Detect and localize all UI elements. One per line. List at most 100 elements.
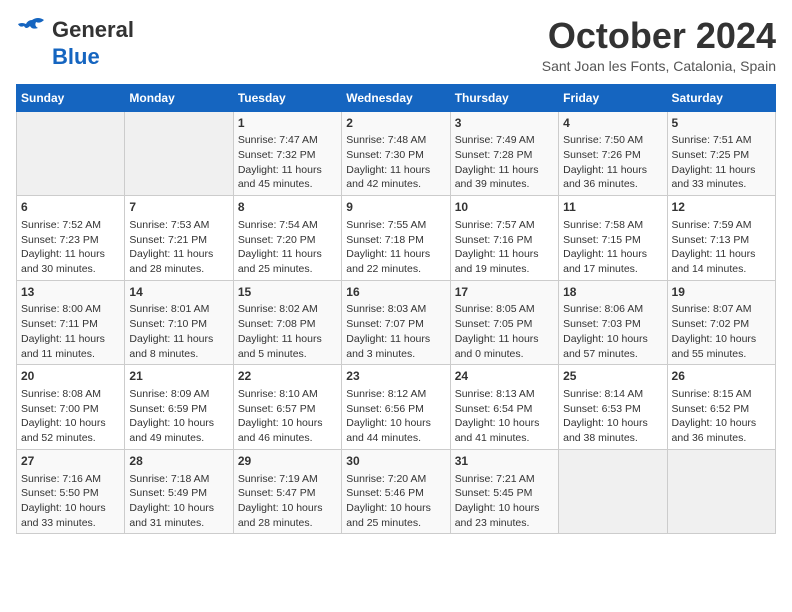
calendar-cell: 17Sunrise: 8:05 AM Sunset: 7:05 PM Dayli… [450,280,558,365]
calendar-body: 1Sunrise: 7:47 AM Sunset: 7:32 PM Daylig… [17,111,776,534]
day-number: 5 [672,115,771,132]
calendar-cell: 14Sunrise: 8:01 AM Sunset: 7:10 PM Dayli… [125,280,233,365]
logo-general: General [52,17,134,43]
day-number: 17 [455,284,554,301]
calendar-cell: 30 Sunrise: 7:20 AM Sunset: 5:46 PM Dayli… [342,449,450,534]
calendar-cell [125,111,233,196]
day-content: Sunrise: 7:48 AM Sunset: 7:30 PM Dayligh… [346,133,445,192]
day-content: Sunrise: 7:47 AM Sunset: 7:32 PM Dayligh… [238,133,337,192]
day-number: 11 [563,199,662,216]
day-content: Sunrise: 7:52 AM Sunset: 7:23 PM Dayligh… [21,218,120,277]
calendar-week-2: 6 Sunrise: 7:52 AM Sunset: 7:23 PM Daylig… [17,196,776,281]
day-content: Sunrise: 8:12 AM Sunset: 6:56 PM Dayligh… [346,387,445,446]
day-content: Sunrise: 8:05 AM Sunset: 7:05 PM Dayligh… [455,302,554,361]
day-content: Sunrise: 7:58 AM Sunset: 7:15 PM Dayligh… [563,218,662,277]
day-number: 3 [455,115,554,132]
logo-blue: Blue [52,44,100,70]
day-content: Sunrise: 7:53 AM Sunset: 7:21 PM Dayligh… [129,218,228,277]
weekday-header-thursday: Thursday [450,84,558,111]
day-content: Sunrise: 7:57 AM Sunset: 7:16 PM Dayligh… [455,218,554,277]
day-number: 12 [672,199,771,216]
day-number: 2 [346,115,445,132]
weekday-header-monday: Monday [125,84,233,111]
day-content: Sunrise: 7:50 AM Sunset: 7:26 PM Dayligh… [563,133,662,192]
day-content: Sunrise: 7:55 AM Sunset: 7:18 PM Dayligh… [346,218,445,277]
calendar-header: SundayMondayTuesdayWednesdayThursdayFrid… [17,84,776,111]
calendar-cell: 21 Sunrise: 8:09 AM Sunset: 6:59 PM Dayli… [125,365,233,450]
day-content: Sunrise: 8:03 AM Sunset: 7:07 PM Dayligh… [346,302,445,361]
day-number: 29 [238,453,337,470]
title-block: October 2024 Sant Joan les Fonts, Catalo… [542,16,776,74]
day-number: 20 [21,368,120,385]
day-number: 24 [455,368,554,385]
day-content: Sunrise: 7:18 AM Sunset: 5:49 PM Dayligh… [129,472,228,531]
calendar-cell: 16Sunrise: 8:03 AM Sunset: 7:07 PM Dayli… [342,280,450,365]
day-content: Sunrise: 8:01 AM Sunset: 7:10 PM Dayligh… [129,302,228,361]
page-header: General Blue October 2024 Sant Joan les … [16,16,776,74]
calendar-cell: 12 Sunrise: 7:59 AM Sunset: 7:13 PM Dayli… [667,196,775,281]
calendar-week-5: 27 Sunrise: 7:16 AM Sunset: 5:50 PM Dayli… [17,449,776,534]
day-number: 15 [238,284,337,301]
day-number: 21 [129,368,228,385]
weekday-header-saturday: Saturday [667,84,775,111]
calendar-cell: 4Sunrise: 7:50 AM Sunset: 7:26 PM Daylig… [559,111,667,196]
calendar-week-1: 1Sunrise: 7:47 AM Sunset: 7:32 PM Daylig… [17,111,776,196]
day-number: 28 [129,453,228,470]
weekday-header-friday: Friday [559,84,667,111]
day-content: Sunrise: 8:09 AM Sunset: 6:59 PM Dayligh… [129,387,228,446]
calendar-cell: 6 Sunrise: 7:52 AM Sunset: 7:23 PM Daylig… [17,196,125,281]
calendar-cell [559,449,667,534]
calendar-cell: 3Sunrise: 7:49 AM Sunset: 7:28 PM Daylig… [450,111,558,196]
weekday-header-wednesday: Wednesday [342,84,450,111]
day-content: Sunrise: 8:13 AM Sunset: 6:54 PM Dayligh… [455,387,554,446]
day-content: Sunrise: 8:14 AM Sunset: 6:53 PM Dayligh… [563,387,662,446]
location-subtitle: Sant Joan les Fonts, Catalonia, Spain [542,58,776,74]
calendar-cell: 26Sunrise: 8:15 AM Sunset: 6:52 PM Dayli… [667,365,775,450]
day-number: 13 [21,284,120,301]
calendar-cell: 19Sunrise: 8:07 AM Sunset: 7:02 PM Dayli… [667,280,775,365]
logo: General Blue [16,16,134,70]
day-number: 1 [238,115,337,132]
calendar-cell: 25 Sunrise: 8:14 AM Sunset: 6:53 PM Dayli… [559,365,667,450]
calendar-cell: 11 Sunrise: 7:58 AM Sunset: 7:15 PM Dayli… [559,196,667,281]
calendar-cell: 1Sunrise: 7:47 AM Sunset: 7:32 PM Daylig… [233,111,341,196]
day-number: 10 [455,199,554,216]
calendar-cell: 22Sunrise: 8:10 AM Sunset: 6:57 PM Dayli… [233,365,341,450]
day-number: 27 [21,453,120,470]
logo-bird-icon [16,16,48,44]
day-number: 6 [21,199,120,216]
calendar-cell: 20Sunrise: 8:08 AM Sunset: 7:00 PM Dayli… [17,365,125,450]
calendar-cell: 2Sunrise: 7:48 AM Sunset: 7:30 PM Daylig… [342,111,450,196]
day-number: 31 [455,453,554,470]
day-number: 16 [346,284,445,301]
calendar-cell: 5Sunrise: 7:51 AM Sunset: 7:25 PM Daylig… [667,111,775,196]
month-title: October 2024 [542,16,776,56]
day-content: Sunrise: 7:20 AM Sunset: 5:46 PM Dayligh… [346,472,445,531]
calendar-week-4: 20Sunrise: 8:08 AM Sunset: 7:00 PM Dayli… [17,365,776,450]
calendar-cell [17,111,125,196]
day-content: Sunrise: 7:21 AM Sunset: 5:45 PM Dayligh… [455,472,554,531]
calendar-cell: 7Sunrise: 7:53 AM Sunset: 7:21 PM Daylig… [125,196,233,281]
day-number: 19 [672,284,771,301]
calendar-cell: 28 Sunrise: 7:18 AM Sunset: 5:49 PM Dayli… [125,449,233,534]
day-number: 4 [563,115,662,132]
day-content: Sunrise: 7:59 AM Sunset: 7:13 PM Dayligh… [672,218,771,277]
weekday-header-row: SundayMondayTuesdayWednesdayThursdayFrid… [17,84,776,111]
calendar-table: SundayMondayTuesdayWednesdayThursdayFrid… [16,84,776,535]
day-number: 22 [238,368,337,385]
day-number: 23 [346,368,445,385]
calendar-cell: 15Sunrise: 8:02 AM Sunset: 7:08 PM Dayli… [233,280,341,365]
day-number: 30 [346,453,445,470]
day-content: Sunrise: 7:54 AM Sunset: 7:20 PM Dayligh… [238,218,337,277]
weekday-header-tuesday: Tuesday [233,84,341,111]
calendar-cell: 10 Sunrise: 7:57 AM Sunset: 7:16 PM Dayli… [450,196,558,281]
calendar-cell: 8Sunrise: 7:54 AM Sunset: 7:20 PM Daylig… [233,196,341,281]
day-number: 9 [346,199,445,216]
day-content: Sunrise: 8:06 AM Sunset: 7:03 PM Dayligh… [563,302,662,361]
calendar-cell: 9 Sunrise: 7:55 AM Sunset: 7:18 PM Daylig… [342,196,450,281]
day-number: 25 [563,368,662,385]
day-content: Sunrise: 8:07 AM Sunset: 7:02 PM Dayligh… [672,302,771,361]
calendar-cell: 27 Sunrise: 7:16 AM Sunset: 5:50 PM Dayli… [17,449,125,534]
day-content: Sunrise: 8:02 AM Sunset: 7:08 PM Dayligh… [238,302,337,361]
day-content: Sunrise: 7:16 AM Sunset: 5:50 PM Dayligh… [21,472,120,531]
